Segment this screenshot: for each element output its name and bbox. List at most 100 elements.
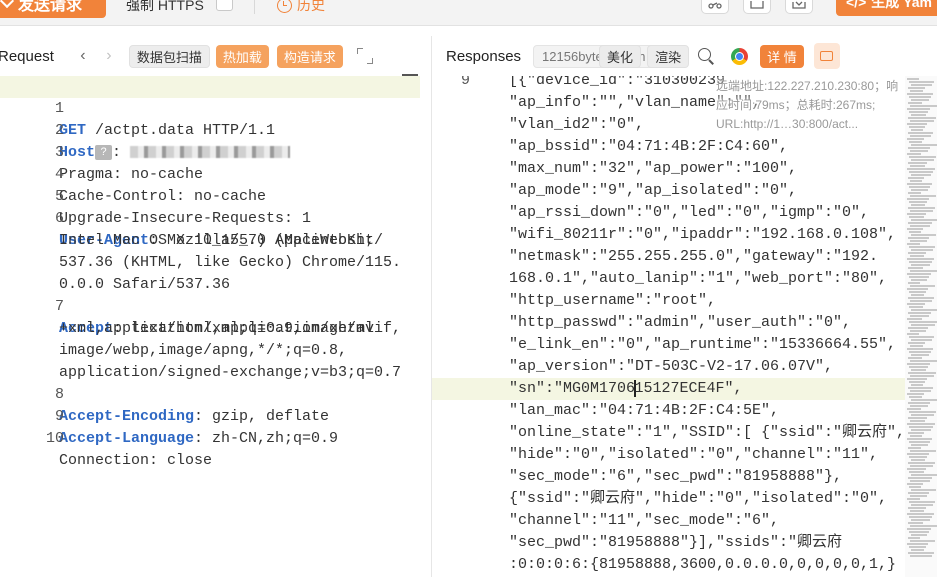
minimap-line (907, 498, 920, 500)
minimap-line (909, 546, 926, 548)
history-button[interactable]: 历史 (277, 0, 325, 15)
message-button[interactable] (813, 43, 840, 69)
code-line: 10 Connection: close (0, 406, 420, 469)
minimap-line (911, 444, 928, 446)
minimap-line (909, 456, 927, 458)
minimap-line (910, 255, 924, 257)
code-line: application/signed-exchange;v=b3;q=0.7 (0, 340, 420, 381)
minimap-line (911, 99, 929, 101)
minimap-line (907, 303, 925, 305)
response-pane-header: Responses 12156bytes / 79m 美化 渲染 详 情 (431, 36, 937, 76)
scrollbar-thumb[interactable] (402, 74, 418, 76)
minimap-line (907, 93, 933, 95)
minimap-line (910, 270, 937, 272)
chevron-right-icon[interactable]: › (100, 47, 118, 65)
download-icon (792, 1, 806, 9)
beautify-button[interactable]: 美化 (599, 44, 642, 68)
response-line: "http_username":"root", (432, 290, 905, 312)
minimap-line (908, 372, 936, 374)
minimap-line (911, 294, 924, 296)
minimap-line (911, 264, 930, 266)
minimap-line (911, 174, 931, 176)
minimap-line (909, 411, 936, 413)
detail-button[interactable]: 详 情 (760, 44, 804, 68)
minimap-line (910, 360, 937, 362)
code-line: 6 User-Agent: Mozilla/5.0 (Macintosh; (0, 186, 420, 249)
code-line: 7 Accept: text/html,application/xhtml (0, 274, 420, 337)
response-line: "sn":"MG0M170615127ECE4F", (432, 378, 905, 400)
minimap-line (907, 333, 919, 335)
chevron-left-icon[interactable]: ‹ (74, 47, 92, 65)
response-line: "ap_bssid":"04:71:4B:2F:C4:60", (432, 136, 905, 158)
minimap-line (909, 441, 930, 443)
response-text: "sec_pwd":"81958888"}],"ssids":"卿云府 (509, 534, 843, 551)
minimap-line (908, 117, 936, 119)
minimap-line (907, 468, 926, 470)
response-line: 168.0.1","auto_lanip":"1","web_port":"80… (432, 268, 905, 290)
minimap-line (908, 297, 934, 299)
build-request-button[interactable]: 构造请求 (276, 44, 343, 68)
response-editor[interactable]: 9 [{"device_id":"310300239 "ap_info":"","… (431, 76, 905, 577)
search-icon[interactable] (695, 45, 717, 67)
response-text: "sec_mode":"6","sec_pwd":"81958888"}, (509, 468, 843, 485)
minimap-line (908, 417, 927, 419)
force-https-checkbox[interactable] (216, 0, 233, 11)
minimap-line (908, 102, 922, 104)
minimap-line (910, 330, 926, 332)
hot-reload-button[interactable]: 热加载 (215, 44, 269, 68)
response-line: "lan_mac":"04:71:4B:2F:C4:5E", (432, 400, 905, 422)
minimap-line (908, 462, 935, 464)
minimap-line (908, 162, 927, 164)
code-line: 1 GET /actpt.data HTTP/1.1 (0, 76, 420, 139)
share-button[interactable] (701, 0, 729, 14)
minimap-line (911, 549, 924, 551)
minimap-line (908, 492, 929, 494)
header-line: Connection: close (59, 452, 213, 469)
minimap-line (909, 186, 930, 188)
packet-scan-button[interactable]: 数据包扫描 (128, 44, 210, 68)
minimap-line (911, 384, 923, 386)
minimap-line (909, 96, 931, 98)
minimap-line (907, 318, 922, 320)
header-key: Accept-Language (59, 430, 195, 447)
request-editor[interactable]: 1 GET /actpt.data HTTP/1.1 2 Host?: 3 Pr… (0, 76, 420, 577)
response-text: "ap_rssi_down":"0","led":"0","igmp":"0", (509, 204, 870, 221)
minimap-line (909, 486, 921, 488)
minimap-line (908, 357, 922, 359)
minimap-line (909, 246, 935, 248)
minimap-line (908, 252, 926, 254)
minimap-line (911, 249, 933, 251)
response-line: "e_link_en":"0","ap_runtime":"15336664.5… (432, 334, 905, 356)
minimap-line (909, 156, 936, 158)
export-button[interactable] (743, 0, 771, 14)
response-line: "ap_mode":"9","ap_isolated":"0", (432, 180, 905, 202)
response-line: "ap_version":"DT-503C-V2-17.06.07V", (432, 356, 905, 378)
minimap-line (907, 423, 935, 425)
expand-icon[interactable] (356, 48, 373, 64)
minimap-line (911, 414, 934, 416)
code-line: Intel Mac OS X 10_15_7) AppleWebKit/ (0, 208, 420, 249)
minimap-line (910, 465, 933, 467)
minimap-line (907, 393, 924, 395)
request-title: Request (0, 47, 54, 65)
minimap-line (907, 408, 921, 410)
chrome-icon[interactable] (731, 47, 749, 65)
minimap-line (908, 522, 923, 524)
generate-yaml-button[interactable]: </> 生成 Yam (836, 0, 937, 16)
minimap-line (910, 225, 930, 227)
render-button[interactable]: 渲染 (647, 44, 690, 68)
download-button[interactable] (785, 0, 813, 14)
minimap-line (907, 198, 929, 200)
code-minimap[interactable] (905, 76, 937, 577)
minimap-line (911, 459, 925, 461)
minimap-line (911, 324, 935, 326)
minimap-line (911, 114, 926, 116)
minimap-line (909, 531, 929, 533)
minimap-line (908, 237, 929, 239)
minimap-line (908, 132, 933, 134)
send-request-button[interactable]: 发送请求 (0, 0, 106, 18)
minimap-line (911, 204, 925, 206)
minimap-line (910, 135, 931, 137)
minimap-line (911, 144, 937, 146)
minimap-line (911, 399, 937, 401)
